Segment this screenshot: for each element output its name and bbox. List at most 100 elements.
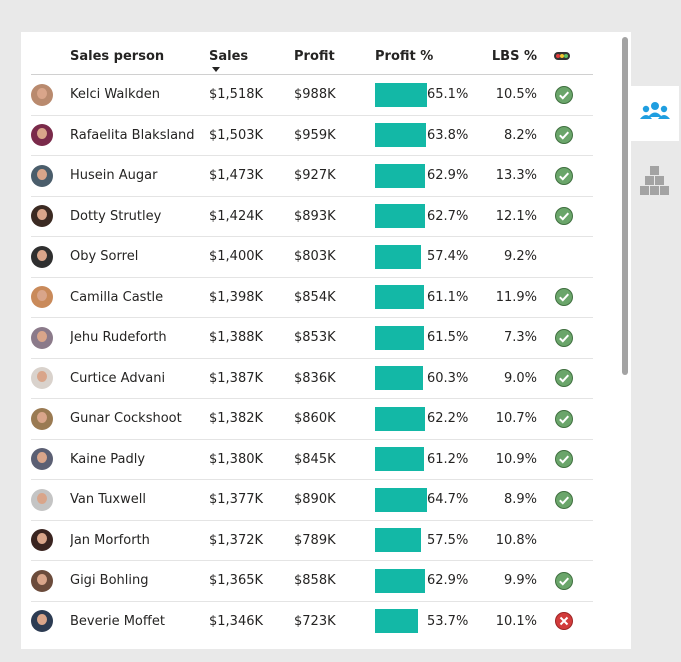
table-row[interactable]: Gunar Cockshoot $1,382K $860K 62.2% 10.7% bbox=[31, 398, 593, 440]
table-row[interactable]: Curtice Advani $1,387K $836K 60.3% 9.0% bbox=[31, 358, 593, 399]
profit-pct-bar-track bbox=[375, 163, 427, 188]
check-circle-icon bbox=[555, 288, 573, 307]
status-cell bbox=[537, 439, 593, 480]
table-row[interactable]: Rafaelita Blaksland $1,503K $959K 63.8% 8.2% bbox=[31, 115, 593, 156]
table-row[interactable]: Gigi Bohling $1,365K $858K 62.9% 9.9% bbox=[31, 560, 593, 602]
sales-person-name: Gunar Cockshoot bbox=[70, 398, 209, 440]
profit-pct-bar-track bbox=[375, 244, 427, 269]
sales-table: Sales person Sales Profit Profit % LBS %… bbox=[31, 38, 593, 641]
avatar-cell bbox=[31, 115, 70, 156]
profit-pct-label: 57.5% bbox=[427, 532, 469, 548]
profit-value: $988K bbox=[294, 74, 375, 116]
lbs-pct-value: 9.2% bbox=[480, 236, 537, 278]
profit-pct-bar bbox=[375, 82, 427, 107]
status-cell bbox=[537, 155, 593, 197]
avatar bbox=[31, 569, 53, 592]
lbs-pct-value: 10.9% bbox=[480, 439, 537, 480]
sidebar-item-people[interactable] bbox=[631, 86, 679, 141]
profit-pct-label: 60.3% bbox=[427, 370, 469, 386]
sales-value: $1,346K bbox=[209, 613, 264, 629]
profit-pct-cell: 64.7% bbox=[375, 479, 480, 521]
profit-pct-cell: 57.5% bbox=[375, 520, 480, 561]
sales-person-name: Rafaelita Blaksland bbox=[70, 115, 209, 156]
sales-value: $1,398K bbox=[209, 277, 294, 318]
profit-pct-cell: 60.3% bbox=[375, 358, 480, 399]
sales-value: $1,377K bbox=[209, 479, 294, 521]
profit-pct-cell: 62.7% bbox=[375, 196, 480, 237]
sales-value: $1,400K bbox=[209, 236, 294, 278]
people-icon bbox=[640, 102, 670, 119]
check-circle-icon bbox=[555, 369, 573, 388]
profit-pct-label: 57.4% bbox=[427, 249, 469, 265]
table-row[interactable]: Jehu Rudeforth $1,388K $853K 61.5% 7.3% bbox=[31, 317, 593, 359]
lbs-pct-value: 9.0% bbox=[480, 358, 537, 399]
profit-pct-bar bbox=[375, 406, 425, 431]
sales-value: $1,365K bbox=[209, 560, 294, 602]
avatar-cell bbox=[31, 520, 70, 561]
avatar-cell bbox=[31, 74, 70, 116]
check-circle-icon bbox=[555, 126, 573, 145]
column-header-profit-pct[interactable]: Profit % bbox=[375, 38, 480, 75]
profit-value: $789K bbox=[294, 520, 375, 561]
profit-value: $858K bbox=[294, 560, 375, 602]
status-cell bbox=[537, 398, 593, 440]
table-row[interactable]: Jan Morforth $1,372K $789K 57.5% 10.8% bbox=[31, 520, 593, 561]
avatar bbox=[31, 326, 53, 349]
table-row[interactable]: Camilla Castle $1,398K $854K 61.1% 11.9% bbox=[31, 277, 593, 318]
profit-pct-cell: 62.2% bbox=[375, 398, 480, 440]
avatar bbox=[31, 164, 53, 187]
profit-pct-bar-track bbox=[375, 285, 427, 310]
avatar-cell bbox=[31, 601, 70, 641]
profit-pct-bar bbox=[375, 244, 421, 269]
column-header-sales[interactable]: Sales bbox=[209, 38, 294, 75]
sales-person-name: Oby Sorrel bbox=[70, 236, 209, 278]
avatar-face bbox=[37, 290, 47, 302]
profit-pct-label: 62.9% bbox=[427, 573, 469, 589]
profit-pct-cell: 62.9% bbox=[375, 560, 480, 602]
column-header-profit[interactable]: Profit bbox=[294, 38, 375, 75]
column-header-lbs-pct[interactable]: LBS % bbox=[480, 38, 537, 75]
profit-pct-bar-track bbox=[375, 82, 427, 107]
profit-value: $723K bbox=[294, 613, 336, 629]
table-row[interactable]: Beverie Moffet $1,346K $723K 53.7% 10.1% bbox=[31, 601, 593, 641]
column-header-status[interactable] bbox=[537, 38, 593, 75]
profit-pct-label: 64.7% bbox=[427, 492, 469, 508]
check-circle-icon bbox=[555, 207, 573, 226]
sales-person-name: Kelci Walkden bbox=[70, 74, 209, 116]
profit-pct-label: 53.7% bbox=[427, 613, 469, 629]
avatar-face bbox=[37, 249, 47, 261]
status-cell bbox=[537, 115, 593, 156]
table-row[interactable]: Kaine Padly $1,380K $845K 61.2% 10.9% bbox=[31, 439, 593, 480]
sidebar-item-boxes[interactable] bbox=[631, 150, 679, 205]
table-row[interactable]: Dotty Strutley $1,424K $893K 62.7% 12.1% bbox=[31, 196, 593, 237]
avatar-face bbox=[37, 492, 47, 504]
profit-pct-cell: 53.7% bbox=[375, 601, 480, 641]
profit-pct-bar bbox=[375, 568, 425, 593]
lbs-pct-value: 10.5% bbox=[480, 74, 537, 116]
lbs-pct-value: 8.2% bbox=[480, 115, 537, 156]
vertical-scrollbar[interactable] bbox=[622, 37, 628, 375]
column-header-label: Profit bbox=[294, 48, 335, 64]
avatar bbox=[31, 448, 53, 471]
avatar-cell bbox=[31, 560, 70, 602]
avatar-cell bbox=[31, 317, 70, 359]
avatar-cell bbox=[31, 398, 70, 440]
table-row[interactable]: Van Tuxwell $1,377K $890K 64.7% 8.9% bbox=[31, 479, 593, 521]
lbs-pct-value: 7.3% bbox=[480, 317, 537, 359]
avatar bbox=[31, 407, 53, 430]
avatar bbox=[31, 367, 53, 390]
profit-pct-cell: 61.1% bbox=[375, 277, 480, 318]
profit-value: $836K bbox=[294, 358, 375, 399]
table-row[interactable]: Kelci Walkden $1,518K $988K 65.1% 10.5% bbox=[31, 74, 593, 116]
profit-pct-label: 62.7% bbox=[427, 208, 469, 224]
stacked-boxes-icon bbox=[640, 166, 669, 195]
column-header-label: Profit % bbox=[375, 48, 434, 64]
table-row[interactable]: Oby Sorrel $1,400K $803K 57.4% 9.2% bbox=[31, 236, 593, 278]
avatar bbox=[31, 245, 53, 268]
table-row[interactable]: Husein Augar $1,473K $927K 62.9% 13.3% bbox=[31, 155, 593, 197]
profit-pct-label: 62.2% bbox=[427, 411, 469, 427]
sales-person-name: Gigi Bohling bbox=[70, 560, 209, 602]
avatar-face bbox=[37, 87, 47, 99]
column-header-sales-person[interactable]: Sales person bbox=[70, 38, 209, 75]
sales-value: $1,388K bbox=[209, 317, 294, 359]
